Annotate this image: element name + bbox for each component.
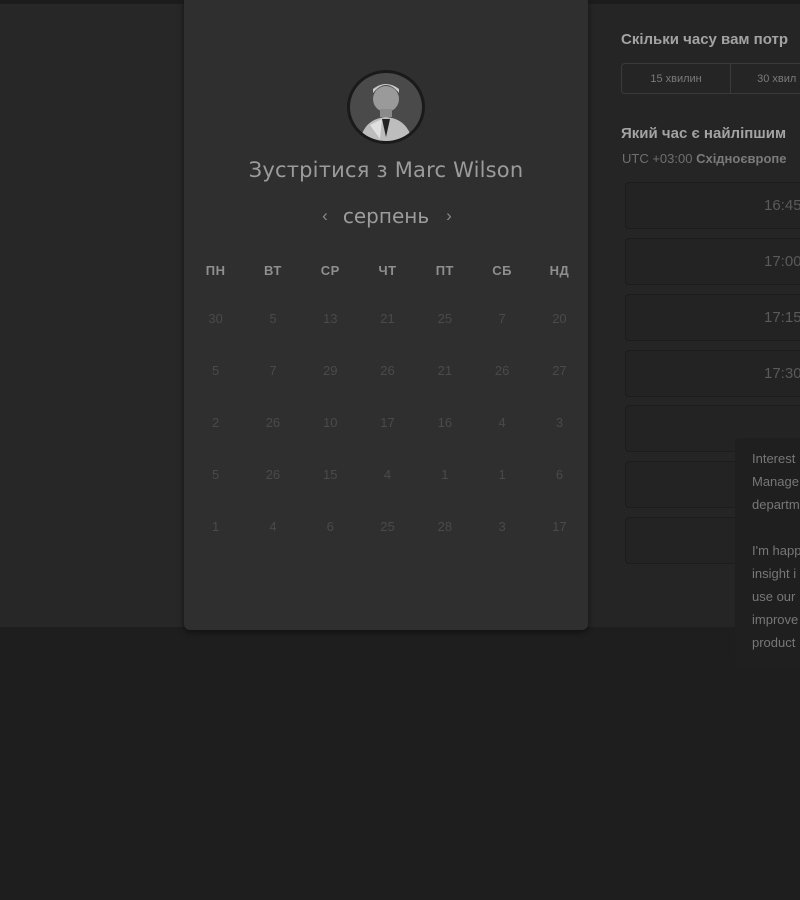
time-slot[interactable]: 16:45: [625, 182, 800, 229]
duration-30-button[interactable]: 30 хвил: [731, 64, 800, 93]
calendar-day[interactable]: 28: [416, 519, 473, 534]
calendar-day[interactable]: 1: [416, 467, 473, 482]
calendar-grid: ПН ВТ СР ЧТ ПТ СБ НД 30 5 13 21 25 7 20 …: [187, 248, 591, 552]
month-label: серпень: [342, 204, 430, 228]
tooltip-line: Interest: [752, 451, 796, 466]
calendar-day[interactable]: 17: [531, 519, 588, 534]
calendar-day[interactable]: 10: [302, 415, 359, 430]
weekday-header-row: ПН ВТ СР ЧТ ПТ СБ НД: [187, 248, 591, 292]
calendar-week-row: 30 5 13 21 25 7 20: [187, 292, 591, 344]
calendar-day[interactable]: 25: [416, 311, 473, 326]
booking-card: Зустрітися з Marc Wilson ‹ серпень › ПН …: [184, 0, 588, 630]
calendar-day[interactable]: 26: [244, 467, 301, 482]
calendar-day[interactable]: 21: [359, 311, 416, 326]
timezone-label[interactable]: UTC +03:00 Східноєвропе: [622, 151, 787, 166]
calendar-day[interactable]: 4: [244, 519, 301, 534]
calendar-day[interactable]: 29: [302, 363, 359, 378]
calendar-day[interactable]: 3: [531, 415, 588, 430]
meeting-title-prefix: Зустрітися з: [248, 158, 388, 182]
duration-selector: 15 хвилин 30 хвил: [621, 63, 800, 94]
tooltip-line: insight i: [752, 566, 797, 581]
calendar-day[interactable]: 25: [359, 519, 416, 534]
calendar-day[interactable]: 21: [416, 363, 473, 378]
chevron-right-icon[interactable]: ›: [439, 206, 459, 226]
time-slot[interactable]: 17:00: [625, 238, 800, 285]
calendar-day[interactable]: 5: [244, 311, 301, 326]
calendar-day[interactable]: 1: [473, 467, 530, 482]
duration-15-button[interactable]: 15 хвилин: [622, 64, 732, 93]
time-question: Який час є найліпшим: [621, 125, 787, 142]
calendar-day[interactable]: 7: [244, 363, 301, 378]
tooltip-paragraph: I'm happ insight i use our improve produ…: [752, 539, 800, 654]
weekday-label: СР: [320, 262, 340, 278]
tooltip-line: improve: [752, 612, 799, 627]
meeting-title: Зустрітися з Marc Wilson: [184, 158, 588, 182]
weekday-label: ПТ: [435, 262, 454, 278]
page-bottom-background: [0, 627, 800, 900]
weekday-label: ВТ: [264, 262, 282, 278]
calendar-week-row: 1 4 6 25 28 3 17: [187, 500, 591, 552]
month-navigation: ‹ серпень ›: [184, 202, 588, 232]
weekday-label: ЧТ: [378, 262, 397, 278]
calendar-day[interactable]: 26: [244, 415, 301, 430]
time-slot[interactable]: 17:30: [625, 350, 800, 397]
calendar-day[interactable]: 27: [531, 363, 588, 378]
calendar-day[interactable]: 26: [359, 363, 416, 378]
calendar-day[interactable]: 16: [416, 415, 473, 430]
host-name: Marc Wilson: [394, 158, 524, 182]
left-background: [0, 0, 184, 627]
calendar-day[interactable]: 15: [302, 467, 359, 482]
tooltip-line: product: [752, 635, 796, 650]
calendar-day[interactable]: 4: [359, 467, 416, 482]
weekday-label: НД: [549, 262, 570, 278]
calendar-day[interactable]: 13: [302, 311, 359, 326]
user-photo-icon: [350, 73, 422, 141]
calendar-day[interactable]: 30: [187, 311, 244, 326]
duration-question: Скільки часу вам потр: [621, 31, 789, 48]
tooltip-line: use our: [752, 589, 796, 604]
calendar-day[interactable]: 1: [187, 519, 244, 534]
weekday-label: ПН: [205, 262, 226, 278]
calendar-day[interactable]: 7: [473, 311, 530, 326]
calendar-day[interactable]: 17: [359, 415, 416, 430]
calendar-day[interactable]: 6: [302, 519, 359, 534]
weekday-label: СБ: [492, 262, 512, 278]
timezone-offset: UTC +03:00: [622, 151, 693, 166]
time-slot[interactable]: 17:15: [625, 294, 800, 341]
tooltip-line: departm: [752, 497, 800, 512]
calendar-week-row: 5 7 29 26 21 26 27: [187, 344, 591, 396]
calendar-week-row: 5 26 15 4 1 1 6: [187, 448, 591, 500]
tooltip-line: I'm happ: [752, 543, 800, 558]
info-tooltip: Interest Manage departm I'm happ insight…: [735, 438, 800, 666]
timezone-name: Східноєвропе: [696, 151, 787, 166]
calendar-day[interactable]: 20: [531, 311, 588, 326]
tooltip-paragraph: Interest Manage departm: [752, 447, 800, 516]
calendar-day[interactable]: 3: [473, 519, 530, 534]
calendar-day[interactable]: 5: [187, 467, 244, 482]
calendar-day[interactable]: 26: [473, 363, 530, 378]
calendar-day[interactable]: 4: [473, 415, 530, 430]
calendar-day[interactable]: 2: [187, 415, 244, 430]
tooltip-line: Manage: [752, 474, 799, 489]
calendar-day[interactable]: 6: [531, 467, 588, 482]
calendar-day[interactable]: 5: [187, 363, 244, 378]
calendar-week-row: 2 26 10 17 16 4 3: [187, 396, 591, 448]
host-avatar: [347, 70, 425, 144]
